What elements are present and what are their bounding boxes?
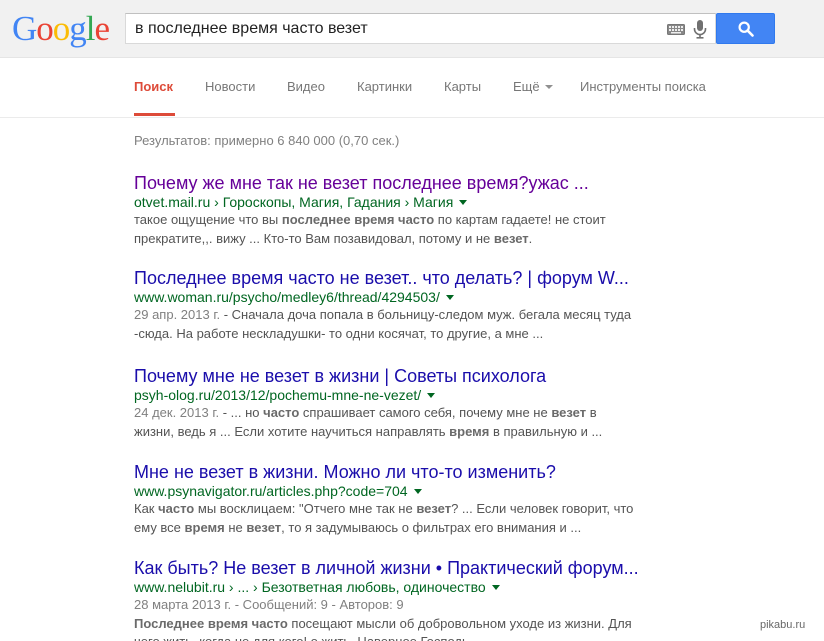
result-snippet-line: -сюда. На работе нескладушки- то одни ко… — [134, 325, 544, 341]
snippet-text: такое ощущение что вы — [134, 212, 282, 227]
url-dropdown-caret-icon[interactable] — [413, 488, 422, 494]
logo-letter: g — [69, 9, 86, 48]
result-url-text: www.woman.ru/psycho/medley6/thread/42945… — [134, 289, 440, 305]
result-snippet-line: 28 марта 2013 г. - Сообщений: 9 - Авторо… — [134, 596, 654, 615]
result-title-link[interactable]: Мне не везет в жизни. Можно ли что-то из… — [134, 461, 654, 483]
result-date: 28 марта 2013 г. - Сообщений: 9 - Авторо… — [134, 597, 404, 612]
snippet-highlight: везет — [416, 501, 452, 516]
search-result: Мне не везет в жизни. Можно ли что-то из… — [134, 461, 654, 537]
snippet-text: - ... но — [219, 405, 264, 420]
result-url-text: psyh-olog.ru/2013/12/pochemu-mne-ne-veze… — [134, 387, 422, 403]
snippet-text: . — [528, 230, 533, 246]
search-box — [125, 13, 716, 44]
logo-letter: e — [94, 9, 111, 48]
snippet-text: спрашивает самого себя, почему мне не — [299, 405, 552, 420]
result-snippet-line: такое ощущение что вы последнее время ча… — [134, 211, 654, 230]
snippet-highlight: часто — [158, 501, 195, 516]
snippet-text: по картам гадаете! не стоит — [434, 212, 606, 227]
watermark: pikabu.ru — [760, 619, 806, 631]
snippet-highlight: Последнее время часто — [134, 615, 288, 631]
result-url-text: www.psynavigator.ru/articles.php?code=70… — [134, 483, 408, 499]
snippet-text: Как — [134, 501, 159, 516]
google-logo[interactable]: Google — [12, 9, 111, 48]
logo-letter: l — [85, 9, 96, 48]
result-title-link[interactable]: Как быть? Не везет в личной жизни • Прак… — [134, 557, 654, 579]
snippet-text: посещают мысли об добровольном уходе из … — [287, 615, 632, 631]
microphone-icon[interactable] — [693, 20, 707, 39]
active-tab-indicator — [134, 113, 175, 116]
search-icon — [738, 21, 754, 37]
snippet-text: в — [586, 405, 597, 420]
result-date: 24 дек. 2013 г. — [134, 405, 220, 420]
snippet-text: - Сначала доча попала в больницу-следом … — [220, 307, 632, 322]
search-result: Почему мне не везет в жизни | Советы пси… — [134, 365, 654, 441]
snippet-highlight: время — [449, 423, 490, 439]
snippet-text: ? ... Если человек говорит, что — [451, 501, 634, 516]
search-tabs: Поиск Новости Видео Картинки Карты Ещё И… — [0, 58, 824, 118]
snippet-text: прекратите,,. вижу ... Кто-то Вам позави… — [134, 230, 494, 246]
search-result: Почему же мне так не везет последнее вре… — [134, 172, 654, 248]
snippet-highlight: время — [184, 519, 225, 535]
snippet-highlight: часто — [263, 405, 300, 420]
url-dropdown-caret-icon[interactable] — [445, 294, 454, 300]
result-title-link[interactable]: Почему же мне так не везет последнее вре… — [134, 172, 654, 194]
result-snippet-line: 29 апр. 2013 г. - Сначала доча попала в … — [134, 306, 654, 325]
tab-more[interactable]: Ещё — [513, 79, 553, 94]
snippet-text: жизни, ведь я ... Если хотите научиться … — [134, 423, 450, 439]
result-url: www.nelubit.ru › ... › Безответная любов… — [134, 579, 654, 596]
result-title-link[interactable]: Почему мне не везет в жизни | Советы пси… — [134, 365, 654, 387]
result-url: www.psynavigator.ru/articles.php?code=70… — [134, 483, 654, 500]
snippet-highlight: везет — [246, 519, 282, 535]
result-url: www.woman.ru/psycho/medley6/thread/42945… — [134, 289, 654, 306]
snippet-text: мы восклицаем: "Отчего мне так не — [194, 501, 417, 516]
result-snippet-line: прекратите,,. вижу ... Кто-то Вам позави… — [134, 230, 654, 249]
logo-letter: o — [52, 9, 70, 48]
snippet-highlight: последнее время часто — [281, 212, 435, 227]
keyboard-icon[interactable] — [667, 24, 685, 35]
logo-letter: o — [36, 9, 53, 48]
search-button[interactable] — [716, 13, 775, 44]
result-url-text: otvet.mail.ru › Гороскопы, Магия, Гадани… — [134, 194, 454, 210]
search-input[interactable] — [126, 14, 656, 43]
tab-search[interactable]: Поиск — [134, 79, 173, 94]
url-dropdown-caret-icon[interactable] — [459, 199, 468, 205]
result-url-text: www.nelubit.ru › ... › Безответная любов… — [134, 579, 486, 595]
url-dropdown-caret-icon[interactable] — [427, 392, 436, 398]
snippet-text: , то я задумываюсь о фильтрах его вниман… — [281, 519, 582, 535]
result-title-link[interactable]: Последнее время часто не везет.. что дел… — [134, 267, 654, 289]
search-result: Последнее время часто не везет.. что дел… — [134, 267, 654, 343]
url-dropdown-caret-icon[interactable] — [491, 584, 500, 590]
tab-maps[interactable]: Карты — [444, 79, 481, 94]
search-result: Как быть? Не везет в личной жизни • Прак… — [134, 557, 654, 641]
result-snippet-line: жизни, ведь я ... Если хотите научиться … — [134, 423, 654, 442]
tab-video[interactable]: Видео — [287, 79, 325, 94]
chevron-down-icon — [544, 84, 553, 89]
tab-more-label: Ещё — [513, 79, 540, 94]
snippet-highlight: везет — [551, 405, 587, 420]
snippet-text: в правильную и ... — [489, 423, 603, 439]
result-snippet-line: Как часто мы восклицаем: "Отчего мне так… — [134, 500, 654, 519]
result-url: psyh-olog.ru/2013/12/pochemu-mne-ne-veze… — [134, 387, 654, 404]
tab-search-tools[interactable]: Инструменты поиска — [580, 79, 706, 94]
header: Google — [0, 0, 824, 58]
result-stats: Результатов: примерно 6 840 000 (0,70 се… — [134, 133, 400, 148]
snippet-highlight: везет — [493, 230, 529, 246]
tab-images[interactable]: Картинки — [357, 79, 412, 94]
result-snippet-line: чего жить, когда не для кого! о жить. На… — [134, 633, 654, 641]
result-date: 29 апр. 2013 г. — [134, 307, 221, 322]
result-snippet-line: 24 дек. 2013 г. - ... но часто спрашивае… — [134, 404, 654, 423]
result-snippet-line: ему все время не везет, то я задумываюсь… — [134, 519, 654, 538]
logo-letter: G — [12, 9, 37, 48]
result-url: otvet.mail.ru › Гороскопы, Магия, Гадани… — [134, 194, 654, 211]
tab-news[interactable]: Новости — [205, 79, 255, 94]
result-snippet-line: Последнее время часто посещают мысли об … — [134, 615, 654, 634]
snippet-text: ему все — [134, 519, 185, 535]
snippet-text: не — [224, 519, 247, 535]
